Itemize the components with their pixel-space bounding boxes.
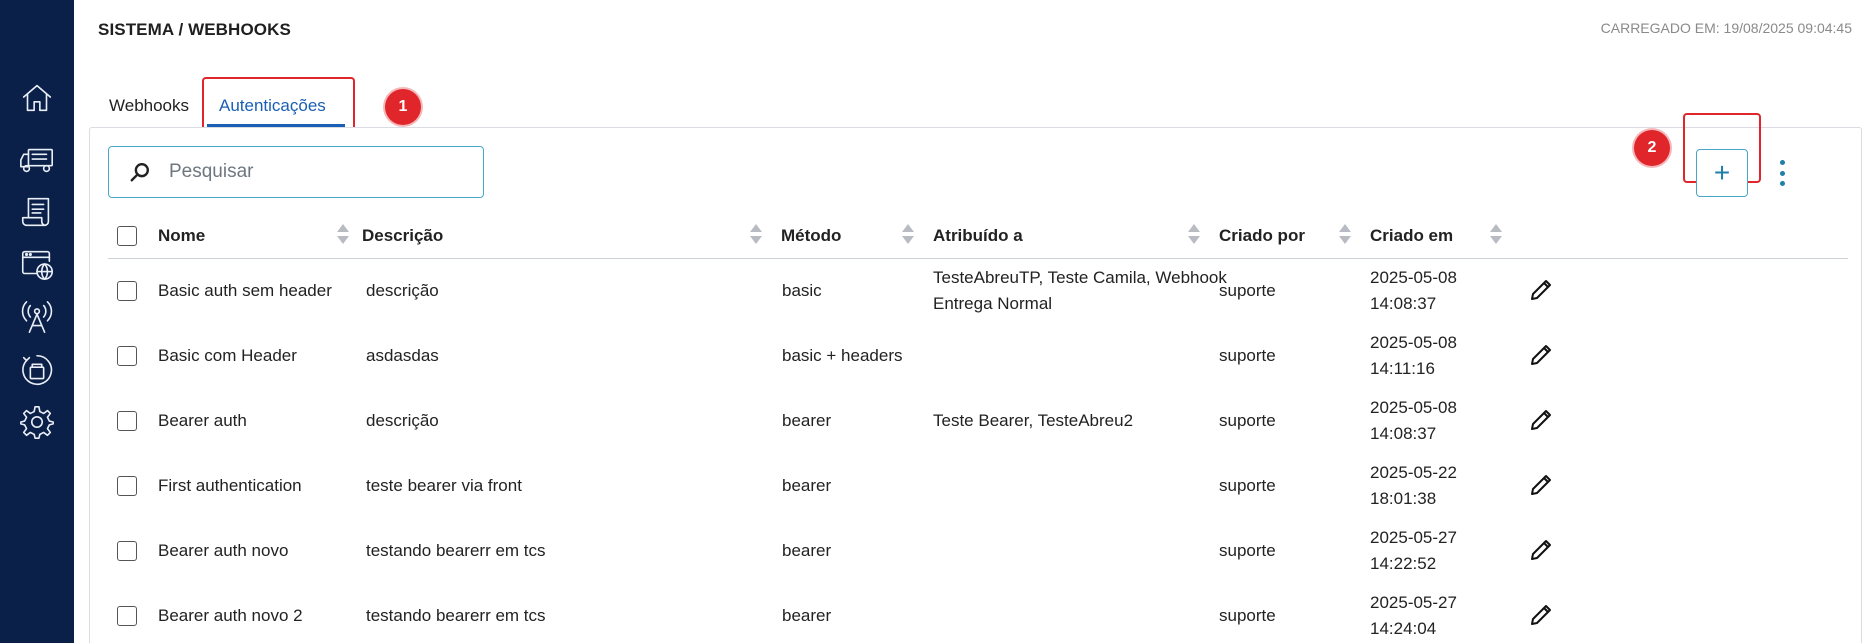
search-box[interactable] xyxy=(108,146,484,198)
row-checkbox[interactable] xyxy=(117,541,137,561)
cell-criado-em: 2025-05-22 18:01:38 xyxy=(1370,463,1457,508)
table-row[interactable]: Bearer auth novo 2 testando bearerr em t… xyxy=(108,584,1848,643)
sort-icon[interactable] xyxy=(750,222,762,246)
cell-nome: Bearer auth novo xyxy=(158,541,289,560)
nav-integration[interactable] xyxy=(0,346,74,394)
nav-settings[interactable] xyxy=(0,398,74,446)
nav-web[interactable] xyxy=(0,240,74,288)
row-checkbox[interactable] xyxy=(117,476,137,496)
nav-antenna[interactable] xyxy=(0,293,74,341)
antenna-icon xyxy=(21,300,53,334)
table-row[interactable]: Bearer auth novo testando bearerr em tcs… xyxy=(108,519,1848,584)
annotation-badge-2: 2 xyxy=(1634,130,1670,166)
cell-metodo: basic xyxy=(782,281,822,300)
cell-descricao: descrição xyxy=(366,411,439,430)
column-header-descricao[interactable]: Descrição xyxy=(362,226,443,246)
cell-nome: Bearer auth xyxy=(158,411,247,430)
column-header-metodo[interactable]: Método xyxy=(781,226,841,246)
cell-metodo: bearer xyxy=(782,476,832,495)
row-checkbox[interactable] xyxy=(117,281,137,301)
column-header-atribuido[interactable]: Atribuído a xyxy=(933,226,1023,246)
sidebar xyxy=(0,0,74,643)
edit-pencil-icon[interactable] xyxy=(1528,602,1554,628)
search-input[interactable] xyxy=(169,161,469,183)
cell-nome: Basic com Header xyxy=(158,346,297,365)
cell-criado-por: suporte xyxy=(1219,541,1276,560)
cell-metodo: basic + headers xyxy=(782,346,903,365)
column-header-nome[interactable]: Nome xyxy=(158,226,205,246)
cell-descricao: teste bearer via front xyxy=(366,476,522,495)
sort-icon[interactable] xyxy=(1339,222,1351,246)
cell-metodo: bearer xyxy=(782,541,832,560)
edit-pencil-icon[interactable] xyxy=(1528,277,1554,303)
sort-icon[interactable] xyxy=(337,222,349,246)
annotation-badge-1: 1 xyxy=(385,89,421,125)
row-checkbox[interactable] xyxy=(117,346,137,366)
truck-icon xyxy=(20,148,54,173)
gear-icon xyxy=(20,405,54,439)
sort-icon[interactable] xyxy=(1188,222,1200,246)
table-row[interactable]: Basic com Header asdasdas basic + header… xyxy=(108,324,1848,389)
nav-home[interactable] xyxy=(0,74,74,122)
cell-nome: Basic auth sem header xyxy=(158,281,332,300)
search-icon xyxy=(130,163,149,182)
cell-criado-em: 2025-05-27 14:24:04 xyxy=(1370,593,1457,638)
cell-descricao: descrição xyxy=(366,281,439,300)
cell-criado-por: suporte xyxy=(1219,281,1276,300)
sort-icon[interactable] xyxy=(1490,222,1502,246)
table-row[interactable]: Bearer auth descrição bearer Teste Beare… xyxy=(108,389,1848,454)
cell-metodo: bearer xyxy=(782,411,832,430)
more-options-icon[interactable] xyxy=(1777,160,1787,186)
nav-shipments[interactable] xyxy=(0,136,74,184)
sort-icon[interactable] xyxy=(902,222,914,246)
edit-pencil-icon[interactable] xyxy=(1528,537,1554,563)
cell-descricao: testando bearerr em tcs xyxy=(366,541,546,560)
column-header-criado-por[interactable]: Criado por xyxy=(1219,226,1305,246)
nav-documents[interactable] xyxy=(0,188,74,236)
edit-pencil-icon[interactable] xyxy=(1528,472,1554,498)
table-header: Nome Descrição Método Atribuído a Criado… xyxy=(108,214,1848,259)
cell-criado-por: suporte xyxy=(1219,346,1276,365)
cell-descricao: asdasdas xyxy=(366,346,439,365)
tab-webhooks[interactable]: Webhooks xyxy=(109,96,189,116)
home-icon xyxy=(22,84,52,112)
web-globe-icon xyxy=(21,250,54,281)
row-checkbox[interactable] xyxy=(117,411,137,431)
integration-icon xyxy=(22,354,53,385)
add-button[interactable]: + xyxy=(1696,149,1748,197)
select-all-checkbox[interactable] xyxy=(117,226,137,246)
document-icon xyxy=(21,197,50,227)
cell-criado-por: suporte xyxy=(1219,606,1276,625)
main-content: SISTEMA / WEBHOOKS CARREGADO EM: 19/08/2… xyxy=(74,0,1862,643)
cell-atribuido: TesteAbreuTP, Teste Camila, Webhook Entre… xyxy=(933,268,1227,313)
cell-criado-em: 2025-05-08 14:08:37 xyxy=(1370,398,1457,443)
cell-nome: First authentication xyxy=(158,476,302,495)
cell-descricao: testando bearerr em tcs xyxy=(366,606,546,625)
auth-table: Nome Descrição Método Atribuído a Criado… xyxy=(108,214,1848,643)
table-row[interactable]: Basic auth sem header descrição basic Te… xyxy=(108,259,1848,324)
cell-criado-por: suporte xyxy=(1219,476,1276,495)
tab-autenticacoes[interactable]: Autenticações xyxy=(219,96,326,116)
column-header-criado-em[interactable]: Criado em xyxy=(1370,226,1453,246)
cell-criado-em: 2025-05-27 14:22:52 xyxy=(1370,528,1457,573)
cell-criado-em: 2025-05-08 14:11:16 xyxy=(1370,333,1457,378)
breadcrumb: SISTEMA / WEBHOOKS xyxy=(98,20,291,39)
cell-atribuido: Teste Bearer, TesteAbreu2 xyxy=(933,411,1134,430)
cell-nome: Bearer auth novo 2 xyxy=(158,606,303,625)
cell-criado-por: suporte xyxy=(1219,411,1276,430)
table-row[interactable]: First authentication teste bearer via fr… xyxy=(108,454,1848,519)
edit-pencil-icon[interactable] xyxy=(1528,407,1554,433)
edit-pencil-icon[interactable] xyxy=(1528,342,1554,368)
row-checkbox[interactable] xyxy=(117,606,137,626)
loaded-timestamp: CARREGADO EM: 19/08/2025 09:04:45 xyxy=(1600,20,1852,36)
cell-criado-em: 2025-05-08 14:08:37 xyxy=(1370,268,1457,313)
cell-metodo: bearer xyxy=(782,606,832,625)
